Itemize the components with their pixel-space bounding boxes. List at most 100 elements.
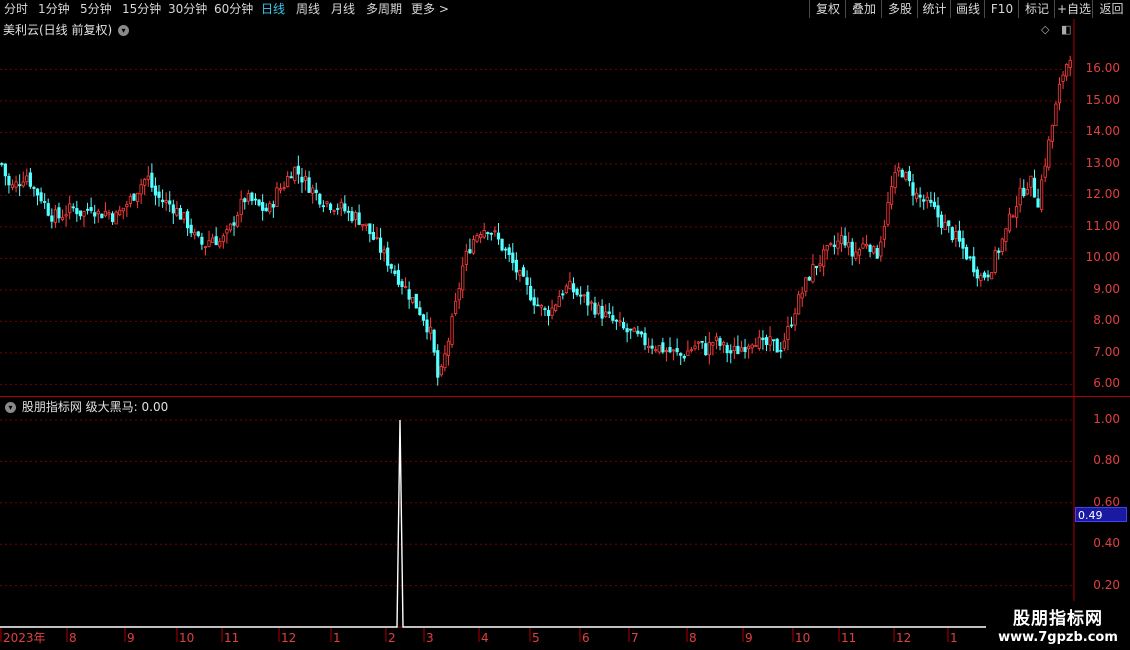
candle-body xyxy=(611,315,615,321)
price-label: 13.00 xyxy=(1085,155,1120,170)
candle-body xyxy=(1007,213,1012,232)
chevron-down-icon[interactable]: ▾ xyxy=(118,25,130,36)
candle-body xyxy=(554,304,558,311)
candle-body xyxy=(964,246,969,260)
candle-body xyxy=(418,307,422,315)
candle-body xyxy=(282,187,286,190)
candle-body xyxy=(1022,187,1026,197)
statistics-button[interactable]: 统计 xyxy=(917,0,951,18)
candle-body xyxy=(1065,64,1069,77)
chevron-down-icon[interactable]: ▾ xyxy=(5,402,16,413)
candle-body xyxy=(557,296,561,307)
candle-body xyxy=(371,231,376,240)
candle-body xyxy=(289,176,293,179)
candle-body xyxy=(275,187,279,207)
fuquan-button[interactable]: 复权 xyxy=(809,0,846,18)
time-label: 1 xyxy=(333,631,341,645)
candle-body xyxy=(214,236,218,246)
candle-body xyxy=(943,221,947,230)
tab-weekly[interactable]: 周线 xyxy=(296,2,320,17)
candle-body xyxy=(171,204,175,214)
tab-daily[interactable]: 日线 xyxy=(261,2,285,17)
time-label: 6 xyxy=(582,631,590,645)
candle-body xyxy=(160,199,165,203)
candle-body xyxy=(718,338,722,346)
candle-body xyxy=(153,185,158,196)
candle-body xyxy=(182,212,186,220)
candle-body xyxy=(797,294,801,315)
price-grid xyxy=(0,68,1074,385)
candle-body xyxy=(854,251,858,259)
candle-body xyxy=(607,311,611,314)
candle-body xyxy=(843,235,847,246)
candle-body xyxy=(757,336,761,349)
candle-body xyxy=(732,345,736,351)
candle-body xyxy=(0,163,4,165)
multi-stock-button[interactable]: 多股 xyxy=(881,0,918,18)
candle-body xyxy=(904,172,908,180)
candle-body xyxy=(543,308,547,310)
candle-body xyxy=(764,337,769,345)
mark-button[interactable]: 标记 xyxy=(1018,0,1055,18)
candle-body xyxy=(243,198,247,203)
tab-5min[interactable]: 5分钟 xyxy=(80,2,112,17)
tab-monthly[interactable]: 月线 xyxy=(331,2,355,17)
tab-15min[interactable]: 15分钟 xyxy=(122,2,161,17)
candle-body xyxy=(825,245,829,251)
tab-more[interactable]: 更多 > xyxy=(411,2,449,17)
tab-fenshi[interactable]: 分时 xyxy=(4,2,28,17)
indicator-chart[interactable] xyxy=(0,397,1130,628)
candle-body xyxy=(343,203,347,212)
candle-body xyxy=(739,347,744,352)
candle-body xyxy=(75,208,79,215)
candle-body xyxy=(518,270,522,276)
candle-body xyxy=(350,211,354,222)
tab-multi-period[interactable]: 多周期 xyxy=(366,2,402,17)
candle-body xyxy=(85,208,90,211)
candle-body xyxy=(168,200,172,205)
candle-body xyxy=(82,211,86,217)
diamond-icon[interactable]: ◇ xyxy=(1041,23,1049,36)
candle-body xyxy=(997,250,1001,253)
add-watchlist-button[interactable]: +自选 xyxy=(1054,0,1093,18)
tab-60min[interactable]: 60分钟 xyxy=(214,2,253,17)
overlay-button[interactable]: 叠加 xyxy=(845,0,882,18)
candle-body xyxy=(811,264,815,283)
candle-body xyxy=(847,242,851,248)
draw-line-button[interactable]: 画线 xyxy=(950,0,985,18)
candle-body xyxy=(550,307,554,316)
candle-body xyxy=(286,176,290,188)
time-label: 12 xyxy=(281,631,296,645)
watermark: 股朋指标网 www.7gpzb.com xyxy=(986,601,1130,650)
tab-30min[interactable]: 30分钟 xyxy=(168,2,207,17)
price-label: 10.00 xyxy=(1085,250,1120,265)
candle-body xyxy=(225,229,229,234)
candle-body xyxy=(96,210,100,215)
candle-body xyxy=(686,350,690,356)
candle-body xyxy=(64,214,68,217)
candle-body xyxy=(897,167,901,172)
candle-body xyxy=(357,212,361,225)
price-label: 8.00 xyxy=(1093,313,1120,328)
candle-body xyxy=(1018,187,1022,206)
candle-body xyxy=(457,288,461,301)
candle-body xyxy=(714,336,719,342)
time-label: 2023年 xyxy=(3,631,46,645)
candle-body xyxy=(296,165,300,175)
candle-body xyxy=(143,178,147,186)
candle-body xyxy=(646,345,651,349)
panel-toggle-icon[interactable]: ◧ xyxy=(1061,23,1071,36)
candle-body xyxy=(593,302,597,315)
candle-body xyxy=(396,270,401,285)
candle-body xyxy=(78,210,82,217)
time-label: 5 xyxy=(532,631,540,645)
back-button[interactable]: 返回 xyxy=(1092,0,1130,18)
f10-button[interactable]: F10 xyxy=(984,0,1019,18)
candle-body xyxy=(432,329,436,353)
tab-1min[interactable]: 1分钟 xyxy=(38,2,70,17)
candlestick-chart[interactable] xyxy=(0,19,1130,397)
price-label: 12.00 xyxy=(1085,187,1120,202)
candle-body xyxy=(947,220,951,227)
indicator-grid xyxy=(0,419,1074,587)
candle-body xyxy=(911,182,915,196)
